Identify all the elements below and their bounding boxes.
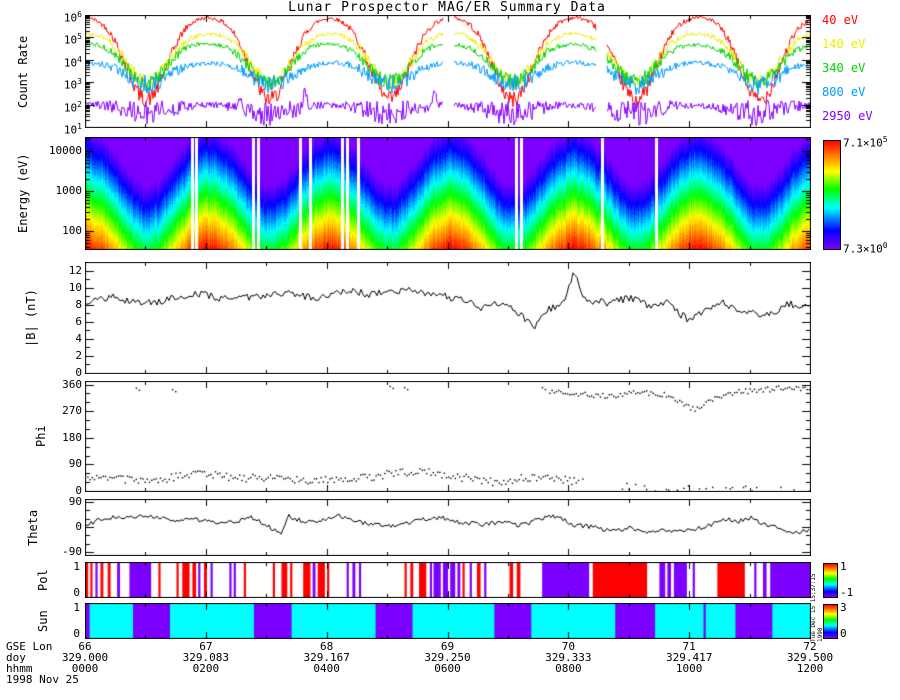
theta-axis-title: Theta: [26, 509, 40, 546]
phi-panel: [85, 381, 811, 492]
count-rate-ytick: 101: [63, 122, 82, 137]
legend-entry: 340 eV: [822, 61, 866, 75]
spectrogram-colorbar: [823, 140, 841, 250]
legend-entry: 140 eV: [822, 37, 866, 51]
bottom-tick-label: 1200: [796, 662, 824, 675]
b-magnitude-panel: [85, 262, 811, 374]
pol-colorbar-min: -1: [840, 586, 854, 599]
sun-axis-title: Sun: [36, 610, 50, 632]
sun-colorbar-min: 0: [840, 627, 847, 640]
energy-spectrogram-panel: [85, 137, 811, 250]
bottom-tick-label: 0000: [71, 662, 99, 675]
pol-colorbar: [823, 563, 838, 598]
theta-panel: [85, 499, 811, 556]
count-rate-ytick: 105: [63, 32, 82, 48]
sun-colorbar-max: 3: [840, 601, 847, 614]
bottom-tick-label: 1000: [675, 662, 703, 675]
cv-b-ytick: 4: [75, 331, 82, 345]
cv-b-ytick: 8: [75, 297, 82, 311]
cv-b-ytick: 10: [68, 280, 82, 294]
energy-ytick: 1000: [55, 183, 83, 197]
cv-theta-ytick: -90: [62, 545, 82, 559]
cv-b-ytick: 6: [75, 314, 82, 328]
bottom-tick-label: 0200: [192, 662, 220, 675]
sun-ytick: 1: [73, 601, 80, 614]
pol-ytick: 1: [73, 560, 80, 573]
count-rate-ytick: 104: [63, 54, 82, 70]
legend-entry: 40 eV: [822, 13, 859, 27]
spectrogram-axis-title: Energy (eV): [16, 153, 30, 234]
count-rate-ytick: 106: [63, 10, 82, 25]
pol-colorbar-max: 1: [840, 560, 847, 573]
phi-axis-title: Phi: [34, 425, 48, 448]
pol-panel: [85, 562, 811, 598]
legend-entry: 2950 eV: [822, 109, 873, 123]
cv-b-ytick: 12: [68, 263, 82, 277]
cv-theta-ytick: 0: [75, 520, 82, 533]
legend-entry: 800 eV: [822, 85, 866, 99]
sun-colorbar: [823, 604, 838, 639]
bottom-tick-label: 0600: [434, 662, 461, 675]
count-rate-panel: [85, 15, 811, 128]
cv-b-ytick: 2: [75, 348, 82, 362]
energy-ytick: 10000: [48, 143, 82, 157]
plot-title: Lunar Prospector MAG/ER Summary Data: [288, 0, 606, 15]
pol-axis-title: Pol: [36, 569, 50, 591]
energy-ytick: 100: [62, 223, 82, 237]
sun-ytick: 0: [73, 627, 80, 640]
count-rate-ytick: 103: [63, 77, 82, 92]
plot-root: Lunar Prospector MAG/ER Summary Data Tue…: [0, 0, 900, 700]
colorbar-max-label: 7.1×105: [843, 135, 888, 150]
count-rate-ytick: 102: [63, 99, 82, 115]
b_field-axis-title: |B| (nT): [24, 289, 38, 347]
count_rate-axis-title: Count Rate: [16, 35, 30, 108]
sun-panel: [85, 603, 811, 639]
pol-ytick: 0: [73, 586, 80, 599]
colorbar-min-label: 7.3×100: [843, 241, 888, 256]
bottom-tick-label: 0800: [555, 662, 582, 675]
bottom-tick-label: 0400: [313, 662, 340, 675]
timestamp-vertical: Tue Dec 15 15:37:15 1998: [810, 573, 824, 642]
